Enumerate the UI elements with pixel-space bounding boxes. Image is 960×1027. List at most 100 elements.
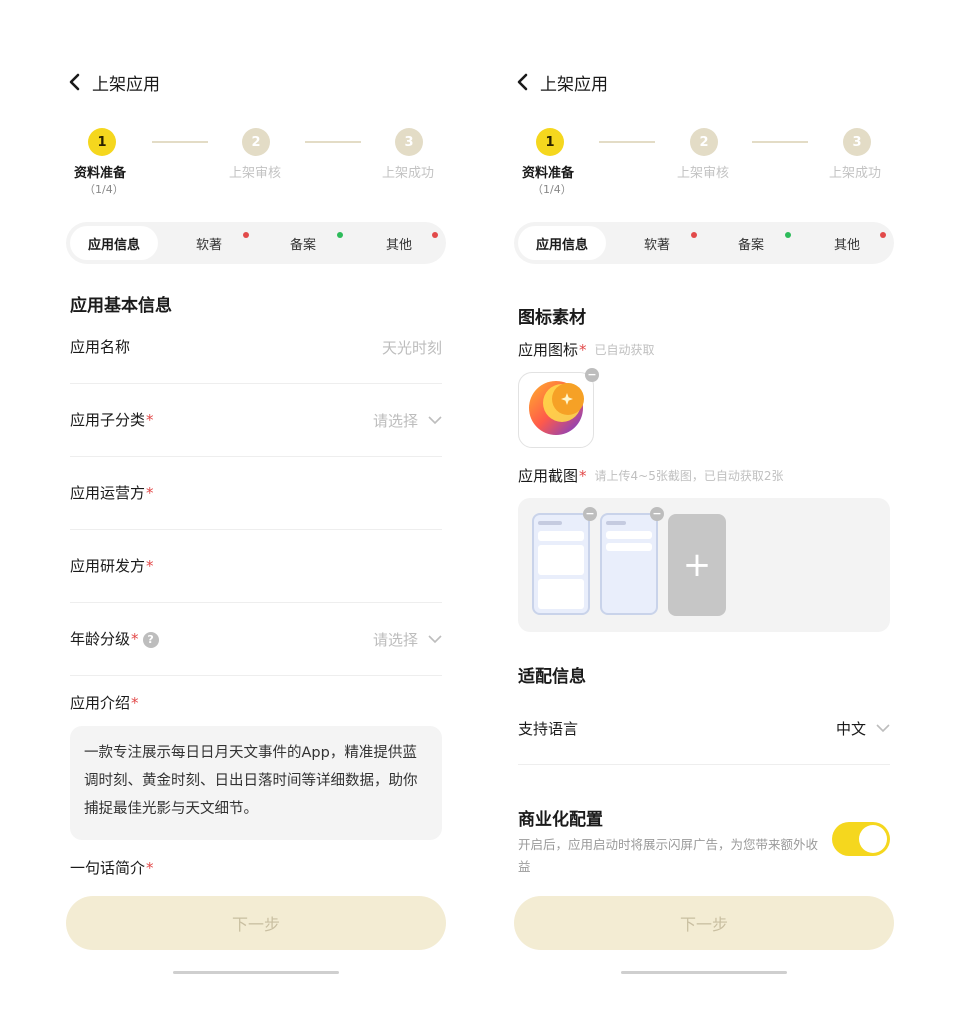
remove-screenshot-button[interactable]: − — [650, 507, 664, 521]
page-title: 上架应用 — [540, 74, 608, 95]
header: 上架应用 — [516, 68, 608, 96]
step-3-dot: 3 — [843, 128, 871, 156]
step-connector — [305, 141, 361, 143]
tab-filing-status-dot — [337, 232, 343, 238]
plus-icon: + — [682, 545, 712, 585]
screenshot-thumbnail[interactable] — [532, 513, 590, 615]
step-connector — [599, 141, 655, 143]
next-step-button[interactable]: 下一步 — [514, 896, 894, 950]
back-button[interactable] — [516, 69, 538, 95]
tab-app-info[interactable]: 应用信息 — [70, 226, 158, 260]
tab-filing-status-dot — [785, 232, 791, 238]
step-2-dot: 2 — [690, 128, 718, 156]
next-step-button[interactable]: 下一步 — [66, 896, 446, 950]
field-language-value: 中文 — [835, 720, 866, 738]
tab-bar: 应用信息 软著 备案 其他 — [66, 222, 446, 264]
field-app-developer-label: 应用研发方 — [70, 557, 146, 575]
chevron-left-icon — [68, 73, 82, 91]
field-screenshots-hint: 请上传4~5张截图，已自动获取2张 — [594, 469, 784, 483]
screen-app-info: 上架应用 1 2 3 资料准备 （1/4） 上架审核 上架成功 应用信息 软著 … — [0, 0, 480, 1027]
step-3-label: 上架成功 — [829, 166, 882, 181]
tab-other[interactable]: 其他 — [816, 226, 878, 260]
field-app-operator[interactable]: 应用运营方 * — [70, 457, 442, 530]
help-icon[interactable]: ? — [142, 631, 159, 648]
remove-icon-button[interactable]: − — [585, 368, 599, 382]
thumb-detail — [538, 579, 584, 609]
header: 上架应用 — [68, 68, 160, 96]
required-mark: * — [146, 557, 154, 575]
chevron-down-icon — [428, 635, 442, 644]
thumb-detail — [538, 545, 584, 575]
thumb-detail — [606, 531, 652, 539]
toggle-knob — [859, 825, 887, 853]
step-3-dot: 3 — [395, 128, 423, 156]
field-slogan-label-text: 一句话简介 — [70, 859, 146, 877]
step-1-progress: （1/4） — [532, 183, 572, 196]
monetization-description: 开启后，应用启动时将展示闪屏广告，为您带来额外收益 — [518, 837, 819, 874]
required-mark: * — [579, 466, 587, 485]
app-intro-textarea[interactable]: 一款专注展示每日日月天文事件的App，精准提供蓝调时刻、黄金时刻、日出日落时间等… — [70, 726, 442, 840]
field-app-icon-label-text: 应用图标 — [518, 341, 579, 359]
step-2-dot: 2 — [242, 128, 270, 156]
tab-bar: 应用信息 软著 备案 其他 — [514, 222, 894, 264]
back-button[interactable] — [68, 69, 90, 95]
splash-ad-toggle[interactable] — [832, 822, 890, 856]
page-title: 上架应用 — [92, 74, 160, 95]
tab-copyright[interactable]: 软著 — [178, 226, 240, 260]
required-mark: * — [131, 694, 139, 712]
field-language-label: 支持语言 — [518, 720, 579, 738]
field-app-category-label: 应用子分类 — [70, 411, 146, 429]
field-app-operator-label: 应用运营方 — [70, 484, 146, 502]
tab-filing[interactable]: 备案 — [272, 226, 334, 260]
chevron-down-icon — [876, 724, 890, 733]
tab-copyright[interactable]: 软著 — [626, 226, 688, 260]
app-icon-thumbnail[interactable] — [518, 372, 594, 448]
field-screenshots-label: 应用截图 * 请上传4~5张截图，已自动获取2张 — [518, 465, 783, 486]
required-mark: * — [146, 484, 154, 502]
field-age-rating-placeholder: 请选择 — [372, 631, 418, 649]
field-app-icon-hint: 已自动获取 — [594, 343, 655, 357]
field-app-name[interactable]: 应用名称 天光时刻 — [70, 311, 442, 384]
step-connector — [152, 141, 208, 143]
tab-other-status-dot — [880, 232, 886, 238]
field-app-name-value: 天光时刻 — [381, 339, 442, 357]
section-title-monetization: 商业化配置 — [518, 810, 603, 830]
tab-filing[interactable]: 备案 — [720, 226, 782, 260]
home-indicator — [173, 971, 339, 974]
tab-copyright-status-dot — [243, 232, 249, 238]
field-screenshots-label-text: 应用截图 — [518, 467, 579, 485]
screenshot-thumbnail[interactable] — [600, 513, 658, 615]
chevron-down-icon — [428, 416, 442, 425]
tab-app-info[interactable]: 应用信息 — [518, 226, 606, 260]
field-app-category[interactable]: 应用子分类 * 请选择 — [70, 384, 442, 457]
chevron-left-icon — [516, 73, 530, 91]
thumb-detail — [606, 543, 652, 551]
field-age-rating-label: 年龄分级 — [70, 630, 131, 648]
field-app-intro-label: 应用介绍* — [70, 692, 139, 713]
field-app-developer[interactable]: 应用研发方 * — [70, 530, 442, 603]
step-2-label: 上架审核 — [677, 166, 730, 181]
crescent-moon-app-icon — [527, 379, 585, 441]
thumb-detail — [538, 521, 562, 525]
stepper: 1 2 3 资料准备 （1/4） 上架审核 上架成功 — [0, 126, 480, 201]
tab-other[interactable]: 其他 — [368, 226, 430, 260]
field-supported-language[interactable]: 支持语言 中文 — [518, 692, 890, 765]
home-indicator — [621, 971, 787, 974]
required-mark: * — [579, 340, 587, 359]
step-1-dot: 1 — [88, 128, 116, 156]
field-app-category-placeholder: 请选择 — [372, 412, 418, 430]
step-1-dot: 1 — [536, 128, 564, 156]
required-mark: * — [146, 859, 154, 877]
thumb-detail — [538, 531, 584, 541]
add-screenshot-button[interactable]: + — [668, 514, 726, 616]
step-1-progress: （1/4） — [84, 183, 124, 196]
step-3-label: 上架成功 — [382, 166, 435, 181]
field-slogan-label[interactable]: 一句话简介* — [70, 857, 154, 878]
tab-copyright-status-dot — [691, 232, 697, 238]
field-age-rating[interactable]: 年龄分级 *? 请选择 — [70, 603, 442, 676]
remove-screenshot-button[interactable]: − — [583, 507, 597, 521]
section-title-icon-assets: 图标素材 — [518, 308, 586, 328]
required-mark: * — [131, 630, 139, 648]
tab-other-status-dot — [432, 232, 438, 238]
field-app-name-label: 应用名称 — [70, 338, 131, 356]
